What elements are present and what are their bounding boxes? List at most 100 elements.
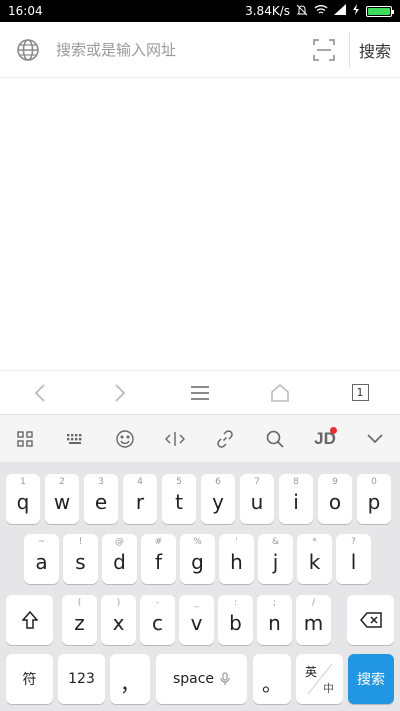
keyboard: 符 123 ， space 。 英 中 搜索 1q2w3e4r5t6y7u8i9… <box>0 462 400 711</box>
key-label: h <box>230 550 243 574</box>
key-secondary-label: ) <box>116 598 121 608</box>
back-button[interactable] <box>10 371 70 415</box>
key-d[interactable]: @ d <box>102 534 137 584</box>
battery-level-fill <box>368 7 390 15</box>
key-secondary-label: 7 <box>254 477 260 487</box>
key-r[interactable]: 4r <box>123 474 157 524</box>
collapse-keyboard-icon[interactable] <box>355 419 395 459</box>
key-p[interactable]: 0p <box>357 474 391 524</box>
comma-key[interactable]: ， <box>110 654 150 704</box>
key-label: d <box>113 550 126 574</box>
key-label: c <box>152 611 163 635</box>
key-l[interactable]: ? l <box>336 534 371 584</box>
key-label: l <box>350 550 357 574</box>
microphone-icon <box>220 672 230 686</box>
key-t[interactable]: 5t <box>162 474 196 524</box>
key-secondary-label: % <box>193 537 202 547</box>
key-a[interactable]: ~ a <box>24 534 59 584</box>
key-label: u <box>250 490 264 514</box>
search-button[interactable]: 搜索 <box>350 22 400 78</box>
key-c[interactable]: -c <box>140 595 175 645</box>
key-secondary-label: & <box>271 537 280 547</box>
grid-menu-icon[interactable] <box>5 419 45 459</box>
key-secondary-label: - <box>155 598 160 608</box>
emoji-icon[interactable] <box>105 419 145 459</box>
key-label: g <box>191 550 204 574</box>
key-k[interactable]: * k <box>297 534 332 584</box>
browser-toolbar: 1 <box>0 370 400 414</box>
period-key-label: 。 <box>262 671 282 696</box>
key-o[interactable]: 9o <box>318 474 352 524</box>
key-w[interactable]: 2w <box>45 474 79 524</box>
keyboard-icon[interactable] <box>55 419 95 459</box>
key-secondary-label: 3 <box>98 477 104 487</box>
key-label: o <box>328 490 342 514</box>
key-i[interactable]: 8i <box>279 474 313 524</box>
space-key-label: space <box>172 671 215 687</box>
key-q[interactable]: 1q <box>6 474 40 524</box>
key-z[interactable]: (z <box>62 595 97 645</box>
search-input[interactable] <box>56 29 299 70</box>
key-f[interactable]: # f <box>141 534 176 584</box>
key-secondary-label: @ <box>115 537 124 547</box>
numbers-key[interactable]: 123 <box>58 654 105 704</box>
forward-button[interactable] <box>90 371 150 415</box>
key-secondary-label: ( <box>77 598 82 608</box>
key-label: z <box>74 611 85 635</box>
menu-button[interactable] <box>170 371 230 415</box>
key-label: w <box>53 490 71 514</box>
key-secondary-label: ! <box>78 537 83 547</box>
key-j[interactable]: & j <box>258 534 293 584</box>
home-button[interactable] <box>250 371 310 415</box>
link-icon[interactable] <box>205 419 245 459</box>
key-label: t <box>175 490 183 514</box>
key-secondary-label: 1 <box>20 477 26 487</box>
status-bar: 16:04 3.84K/s <box>0 0 400 22</box>
key-secondary-label: 5 <box>176 477 182 487</box>
key-label: j <box>272 550 279 574</box>
tabs-button[interactable]: 1 <box>330 371 390 415</box>
key-n[interactable]: ; n <box>257 595 292 645</box>
signal-icon <box>334 4 346 18</box>
battery-icon <box>366 5 394 17</box>
key-label: a <box>35 550 48 574</box>
key-label: k <box>308 550 321 574</box>
backspace-key[interactable] <box>347 595 394 645</box>
globe-icon[interactable] <box>0 22 56 78</box>
cursor-move-icon[interactable] <box>155 419 195 459</box>
language-switch-key[interactable]: 英 中 <box>296 654 343 704</box>
search-icon[interactable] <box>255 419 295 459</box>
key-secondary-label: ' <box>235 537 238 547</box>
key-secondary-label: ; <box>272 598 277 608</box>
numbers-key-label: 123 <box>68 671 95 687</box>
key-u[interactable]: 7u <box>240 474 274 524</box>
enter-search-key[interactable]: 搜索 <box>348 654 394 704</box>
scan-icon[interactable] <box>299 22 349 78</box>
period-key[interactable]: 。 <box>253 654 291 704</box>
shift-arrow-icon <box>21 611 38 629</box>
comma-key-label: ， <box>120 671 140 696</box>
key-label: r <box>135 490 145 514</box>
key-label: n <box>268 611 281 635</box>
status-time: 16:04 <box>8 4 43 18</box>
key-h[interactable]: ' h <box>219 534 254 584</box>
symbols-key-label: 符 <box>22 672 37 688</box>
address-bar: 搜索 <box>0 22 400 78</box>
key-x[interactable]: ) x <box>101 595 136 645</box>
key-g[interactable]: % g <box>180 534 215 584</box>
key-s[interactable]: ! s <box>63 534 98 584</box>
key-secondary-label: 2 <box>59 477 65 487</box>
key-m[interactable]: / m <box>296 595 331 645</box>
jd-shortcut[interactable]: JD <box>305 419 345 459</box>
space-key[interactable]: space <box>156 654 247 704</box>
key-secondary-label: * <box>312 537 317 547</box>
key-label: s <box>75 550 86 574</box>
shift-key[interactable] <box>6 595 53 645</box>
key-e[interactable]: 3e <box>84 474 118 524</box>
key-b[interactable]: :b <box>218 595 253 645</box>
key-y[interactable]: 6y <box>201 474 235 524</box>
symbols-key[interactable]: 符 <box>6 654 53 704</box>
keyboard-toolbar: JD <box>0 414 400 462</box>
key-v[interactable]: _ v <box>179 595 214 645</box>
key-label: q <box>16 490 30 514</box>
